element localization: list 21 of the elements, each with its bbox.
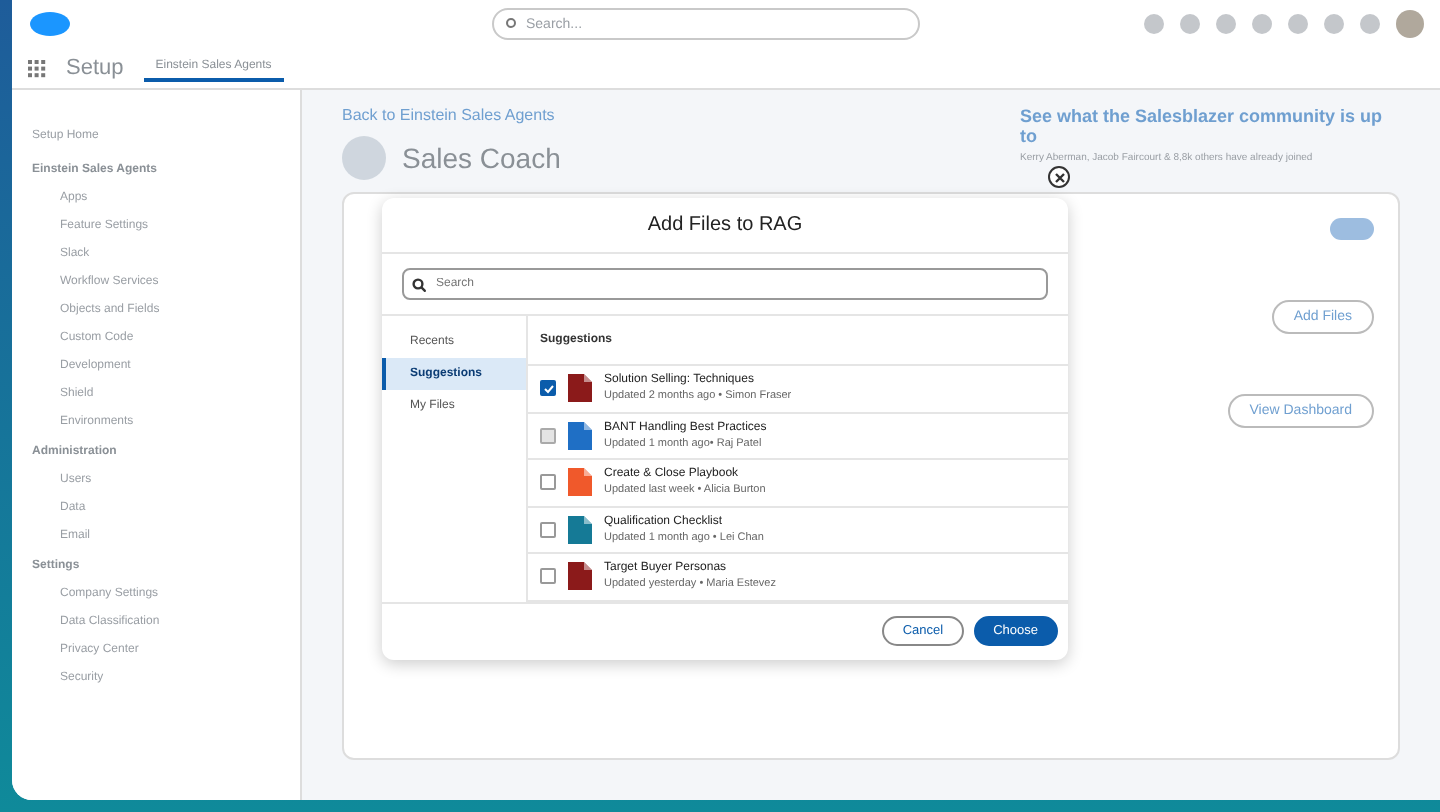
banner-title: See what the Salesblazer community is up to bbox=[1020, 106, 1385, 146]
app-name: Setup bbox=[66, 56, 124, 80]
close-icon bbox=[1053, 171, 1065, 183]
file-icon bbox=[568, 374, 592, 403]
agent-icon bbox=[342, 136, 386, 180]
checkbox[interactable] bbox=[540, 380, 556, 397]
file-icon bbox=[568, 421, 592, 450]
file-icon bbox=[568, 468, 592, 497]
checkbox[interactable] bbox=[540, 568, 556, 585]
avatar-icon[interactable] bbox=[1396, 10, 1424, 38]
file-icon bbox=[568, 562, 592, 591]
back-link[interactable]: Back to Einstein Sales Agents bbox=[342, 106, 561, 124]
checkbox[interactable] bbox=[540, 521, 556, 538]
toggle-switch[interactable] bbox=[1330, 218, 1374, 240]
checkbox[interactable] bbox=[540, 474, 556, 491]
search-icon bbox=[506, 18, 518, 30]
app-launcher-icon[interactable] bbox=[28, 59, 46, 77]
cloud-logo-icon[interactable] bbox=[28, 10, 72, 38]
page-title: Sales Coach bbox=[402, 142, 561, 174]
file-icon bbox=[568, 515, 592, 544]
dialog-title: Add Files to RAG bbox=[382, 198, 1068, 254]
